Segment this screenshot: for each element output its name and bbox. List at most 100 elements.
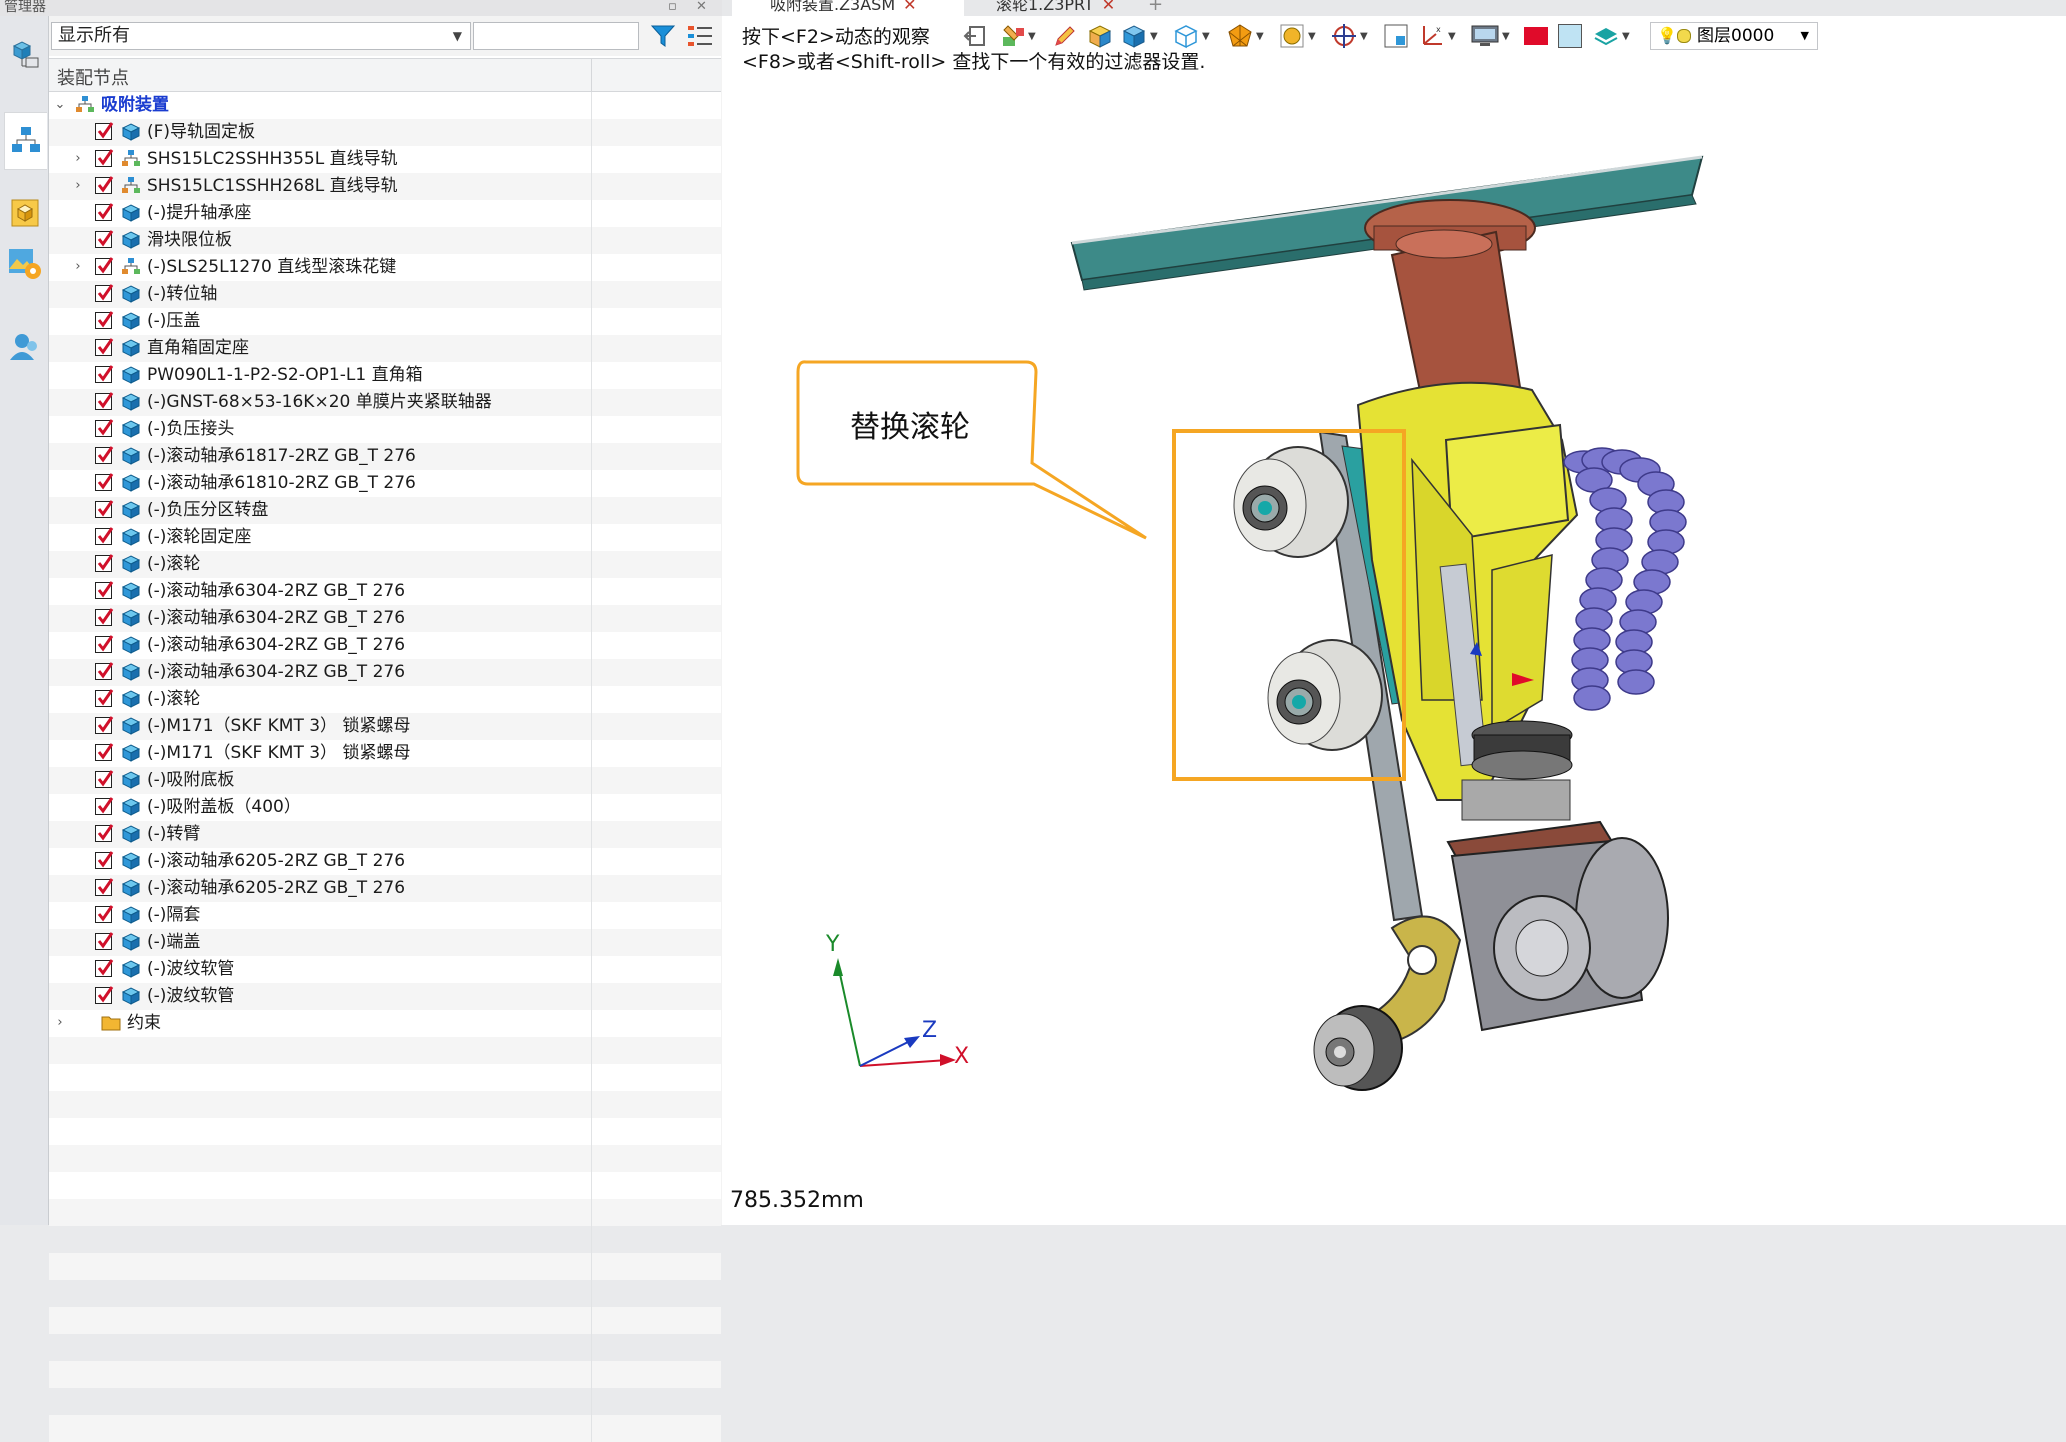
tab-close-icon[interactable]: ✕ [903, 0, 916, 14]
user-icon[interactable] [4, 326, 46, 368]
tree-row[interactable]: (-)负压接头 [49, 416, 721, 443]
visibility-checkbox[interactable] [95, 365, 114, 383]
tree-row[interactable]: (-)滚轮 [49, 686, 721, 713]
visibility-checkbox[interactable] [95, 203, 114, 221]
tree-row[interactable]: (-)滚动轴承6304-2RZ GB_T 276 [49, 632, 721, 659]
tree-row[interactable]: (-)波纹软管 [49, 983, 721, 1010]
filter-icon[interactable] [647, 20, 679, 52]
visibility-checkbox[interactable] [95, 797, 114, 815]
cube-icon[interactable] [4, 192, 46, 234]
new-tab-button[interactable]: + [1148, 0, 1172, 16]
visibility-checkbox[interactable] [95, 689, 114, 707]
exit-icon[interactable] [962, 20, 988, 52]
visibility-checkbox[interactable] [95, 176, 114, 194]
visibility-checkbox[interactable] [95, 716, 114, 734]
filter-list-icon[interactable] [683, 20, 717, 52]
visibility-checkbox[interactable] [95, 500, 114, 518]
view-icon[interactable] [4, 242, 46, 284]
tree-row[interactable]: (-)提升轴承座 [49, 200, 721, 227]
tree-row[interactable]: (-)GNST-68×53-16K×20 单膜片夹紧联轴器 [49, 389, 721, 416]
display-icon[interactable]: ▼ [1470, 20, 1510, 52]
pin-icon[interactable]: ▫ [668, 0, 677, 14]
layer-style-icon[interactable]: ▼ [1592, 20, 1630, 52]
tree-row[interactable]: (-)滚动轴承6205-2RZ GB_T 276 [49, 848, 721, 875]
layer-select[interactable]: 💡 图层0000 ▼ [1650, 22, 1818, 50]
chevron-right-icon[interactable]: › [71, 150, 85, 168]
tree-row[interactable]: (-)滚动轴承6304-2RZ GB_T 276 [49, 659, 721, 686]
visibility-checkbox[interactable] [95, 851, 114, 869]
visibility-checkbox[interactable] [95, 608, 114, 626]
visibility-checkbox[interactable] [95, 824, 114, 842]
tree-row[interactable]: (F)导轨固定板 [49, 119, 721, 146]
model-viewport[interactable] [722, 60, 2066, 1225]
column-divider[interactable] [591, 59, 592, 91]
tree-row[interactable]: (-)M171（SKF KMT 3） 锁紧螺母 [49, 713, 721, 740]
visibility-checkbox[interactable] [95, 527, 114, 545]
visibility-checkbox[interactable] [95, 257, 114, 275]
tree-row[interactable]: (-)吸附底板 [49, 767, 721, 794]
tab-assembly[interactable]: 吸附装置.Z3ASM ✕ [732, 0, 964, 16]
tree-row[interactable]: (-)滚动轴承61817-2RZ GB_T 276 [49, 443, 721, 470]
chevron-down-icon[interactable]: ⌄ [53, 96, 67, 114]
tree-row[interactable]: (-)转位轴 [49, 281, 721, 308]
visibility-checkbox[interactable] [95, 662, 114, 680]
visibility-checkbox[interactable] [95, 446, 114, 464]
visibility-checkbox[interactable] [95, 419, 114, 437]
part-icon[interactable] [4, 32, 46, 74]
axis-icon[interactable]: x ▼ [1418, 20, 1456, 52]
filter-input[interactable] [473, 22, 639, 50]
visibility-checkbox[interactable] [95, 149, 114, 167]
tree-row[interactable]: (-)吸附盖板（400） [49, 794, 721, 821]
visibility-checkbox[interactable] [95, 311, 114, 329]
visibility-checkbox[interactable] [95, 122, 114, 140]
visibility-checkbox[interactable] [95, 986, 114, 1004]
visibility-checkbox[interactable] [95, 392, 114, 410]
tree-row[interactable]: (-)波纹软管 [49, 956, 721, 983]
tree-row[interactable]: › 约束 [49, 1010, 721, 1037]
tree-row[interactable]: › SHS15LC2SSHH355L 直线导轨 [49, 146, 721, 173]
pencil-icon[interactable] [1052, 20, 1078, 52]
chevron-right-icon[interactable]: › [71, 258, 85, 276]
tree-row[interactable]: (-)转臂 [49, 821, 721, 848]
tree-row[interactable]: (-)滚动轴承6304-2RZ GB_T 276 [49, 605, 721, 632]
wireframe-cube-icon[interactable]: ▼ [1172, 20, 1210, 52]
tree-row[interactable]: (-)负压分区转盘 [49, 497, 721, 524]
tree-row[interactable]: PW090L1-1-P2-S2-OP1-L1 直角箱 [49, 362, 721, 389]
chevron-right-icon[interactable]: › [53, 1014, 67, 1032]
visibility-checkbox[interactable] [95, 932, 114, 950]
tree-row[interactable]: (-)滚动轴承6304-2RZ GB_T 276 [49, 578, 721, 605]
color-swatch-red[interactable] [1524, 20, 1548, 52]
visibility-checkbox[interactable] [95, 338, 114, 356]
color-swatch-blue[interactable] [1558, 20, 1582, 52]
visibility-checkbox[interactable] [95, 635, 114, 653]
zoom-icon[interactable] [1382, 20, 1410, 52]
target-icon[interactable]: ▼ [1330, 20, 1368, 52]
tree-row[interactable]: › SHS15LC1SSHH268L 直线导轨 [49, 173, 721, 200]
visibility-checkbox[interactable] [95, 959, 114, 977]
tab-part[interactable]: 滚轮1.Z3PRT ✕ [972, 0, 1132, 16]
orient-icon[interactable]: ▼ [1226, 20, 1264, 52]
tree-row[interactable]: (-)压盖 [49, 308, 721, 335]
chevron-right-icon[interactable]: › [71, 177, 85, 195]
tree-row[interactable]: › (-)SLS25L1270 直线型滚珠花键 [49, 254, 721, 281]
display-filter-select[interactable]: 显示所有 ▼ [51, 22, 471, 50]
visibility-checkbox[interactable] [95, 743, 114, 761]
visibility-checkbox[interactable] [95, 581, 114, 599]
tree-row[interactable]: ⌄ 吸附装置 [49, 92, 721, 119]
visibility-checkbox[interactable] [95, 554, 114, 572]
solid-cube-icon[interactable]: ▼ [1120, 20, 1158, 52]
close-icon[interactable]: ✕ [696, 0, 707, 14]
visibility-checkbox[interactable] [95, 473, 114, 491]
tree-row[interactable]: (-)隔套 [49, 902, 721, 929]
render-icon[interactable]: ▼ [1278, 20, 1316, 52]
paint-icon[interactable]: ▼ [1000, 20, 1036, 52]
tab-close-icon[interactable]: ✕ [1102, 0, 1115, 14]
tree-row[interactable]: (-)滚动轴承61810-2RZ GB_T 276 [49, 470, 721, 497]
assembly-tree-icon[interactable] [4, 112, 47, 170]
tree-row[interactable]: (-)滚轮固定座 [49, 524, 721, 551]
visibility-checkbox[interactable] [95, 905, 114, 923]
tree-row[interactable]: (-)端盖 [49, 929, 721, 956]
visibility-checkbox[interactable] [95, 230, 114, 248]
tree-row[interactable]: 滑块限位板 [49, 227, 721, 254]
tree-row[interactable]: (-)滚动轴承6205-2RZ GB_T 276 [49, 875, 721, 902]
